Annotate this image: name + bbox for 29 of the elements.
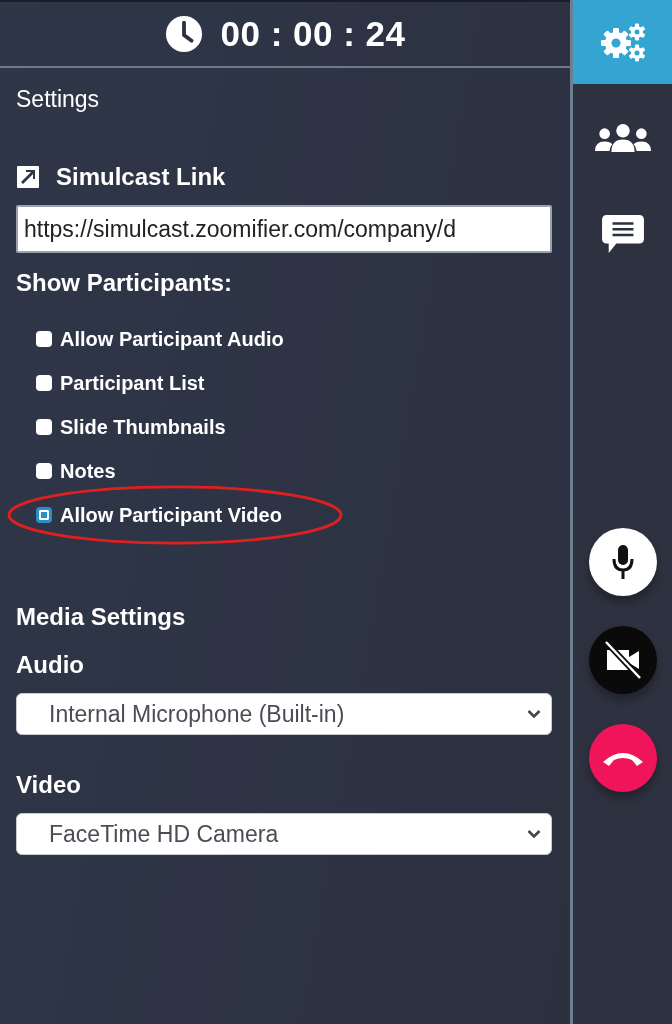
field-label: Video — [16, 771, 82, 799]
chevron-down-icon — [527, 709, 541, 719]
checkbox-label: Notes — [60, 459, 116, 483]
chat-icon — [600, 214, 645, 254]
section-heading: Simulcast Link — [56, 163, 226, 191]
checkbox[interactable] — [36, 331, 52, 347]
checkbox-label: Allow Participant Audio — [60, 327, 284, 351]
field-label: Audio — [16, 651, 85, 679]
checkbox[interactable] — [36, 507, 52, 523]
dropdown[interactable]: FaceTime HD Camera — [16, 813, 552, 855]
checkbox[interactable] — [36, 375, 52, 391]
chevron-down-icon — [527, 829, 541, 839]
clock-icon — [164, 15, 203, 53]
checkbox-label: Slide Thumbnails — [60, 415, 226, 439]
camera-off-icon — [602, 640, 643, 680]
call-timer: 00 : 00 : 24 — [220, 14, 406, 54]
checkbox-label: Allow Participant Video — [60, 503, 282, 527]
people-icon — [593, 123, 652, 153]
checkbox[interactable] — [36, 419, 52, 435]
checkbox-label: Participant List — [60, 371, 205, 395]
microphone-icon — [610, 544, 635, 580]
checkbox[interactable] — [36, 463, 52, 479]
settings-tab[interactable] — [573, 0, 672, 84]
external-link-icon — [16, 165, 40, 189]
panel-title: Settings — [16, 86, 101, 113]
link-field[interactable]: https://simulcast.zoomifier.com/company/d — [16, 205, 552, 253]
dropdown[interactable]: Internal Microphone (Built-in) — [16, 693, 552, 735]
section-heading: Show Participants: — [16, 269, 234, 297]
section-heading: Media Settings — [16, 603, 187, 631]
